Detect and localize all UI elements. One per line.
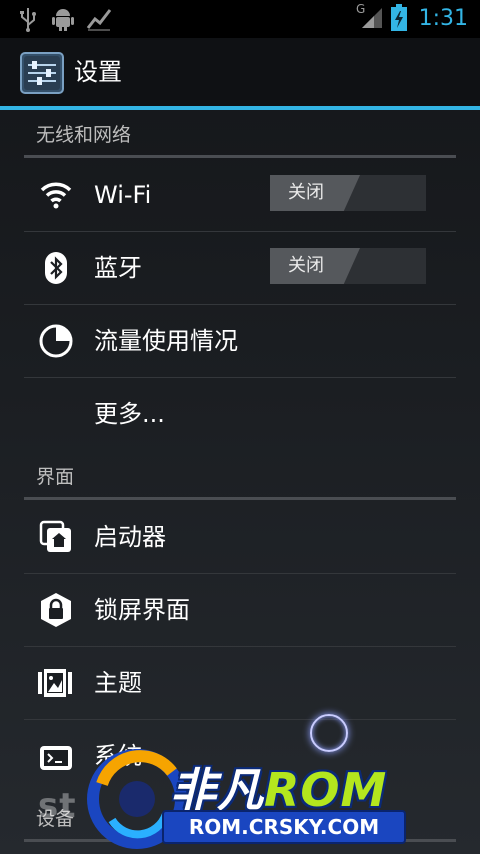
theme-icon <box>38 669 72 697</box>
signal-icon <box>362 8 382 28</box>
activity-icon <box>86 9 112 31</box>
watermark-brand-suffix: ROM <box>264 763 388 817</box>
settings-item-more[interactable]: 更多... <box>24 378 456 451</box>
section-title: 无线和网络 <box>36 124 132 146</box>
usb-icon <box>20 8 36 32</box>
android-debug-icon <box>52 9 74 31</box>
toggle-thumb: 关闭 <box>270 175 360 211</box>
toggle-thumb: 关闭 <box>270 248 360 284</box>
launcher-label: 启动器 <box>94 523 166 551</box>
data-usage-icon <box>39 324 73 358</box>
section-title: 界面 <box>36 466 75 488</box>
settings-item-theme[interactable]: 主题 <box>24 647 456 720</box>
settings-item-wifi[interactable]: Wi-Fi 关闭 <box>24 159 456 232</box>
settings-item-data-usage[interactable]: 流量使用情况 <box>24 305 456 378</box>
settings-item-lockscreen[interactable]: 锁屏界面 <box>24 574 456 647</box>
settings-item-bluetooth[interactable]: 蓝牙 关闭 <box>24 232 456 305</box>
status-bar: G 1:31 <box>0 0 480 38</box>
toggle-state: 关闭 <box>288 255 324 276</box>
wifi-label: Wi-Fi <box>94 181 152 209</box>
battery-charging-icon <box>391 4 407 31</box>
wifi-toggle[interactable]: 关闭 <box>270 175 426 211</box>
phone-screen: G 1:31 设置 无线和网络 Wi-Fi 关闭 蓝牙 关闭 流量使用情况 更多… <box>0 0 480 854</box>
data-usage-label: 流量使用情况 <box>94 327 238 355</box>
lockscreen-label: 锁屏界面 <box>94 596 190 624</box>
settings-item-launcher[interactable]: 启动器 <box>24 501 456 574</box>
watermark: st 非凡ROM ROM.CRSKY.COM <box>30 744 450 854</box>
section-header-wireless: 无线和网络 <box>24 112 456 158</box>
action-bar: 设置 <box>0 38 480 106</box>
lock-icon <box>41 593 71 627</box>
section-header-interface: 界面 <box>24 454 456 500</box>
theme-label: 主题 <box>94 669 142 697</box>
wifi-icon <box>40 182 72 209</box>
action-bar-divider <box>0 106 480 110</box>
watermark-brand-prefix: 非凡 <box>170 763 264 817</box>
watermark-faint-text: st <box>38 786 77 826</box>
watermark-url: ROM.CRSKY.COM <box>162 810 406 844</box>
bluetooth-toggle[interactable]: 关闭 <box>270 248 426 284</box>
toggle-state: 关闭 <box>288 182 324 203</box>
launcher-icon <box>39 520 71 552</box>
more-label: 更多... <box>94 400 165 428</box>
bluetooth-label: 蓝牙 <box>94 254 142 282</box>
settings-sliders-icon[interactable] <box>20 52 64 94</box>
page-title: 设置 <box>74 58 122 86</box>
bluetooth-icon <box>45 252 67 284</box>
clock: 1:31 <box>418 6 468 31</box>
